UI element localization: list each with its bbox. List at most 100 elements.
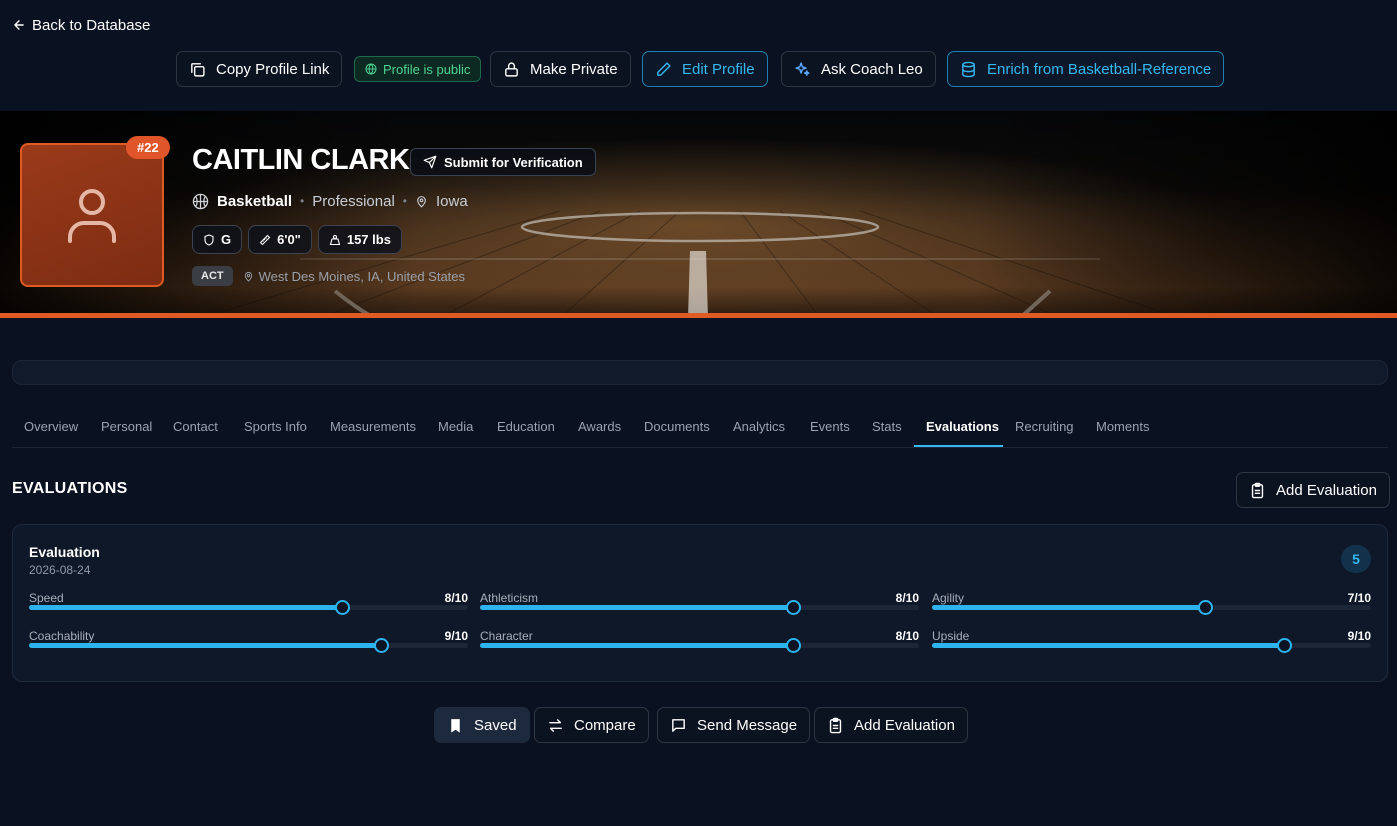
submit-verification-label: Submit for Verification (444, 154, 583, 170)
back-to-database-link[interactable]: Back to Database (12, 14, 150, 36)
tab-recruiting[interactable]: Recruiting (1015, 409, 1074, 447)
profile-completion-bar (12, 360, 1388, 385)
copy-profile-link-button[interactable]: Copy Profile Link (176, 51, 343, 87)
metric-slider-thumb[interactable] (1198, 600, 1214, 615)
send-message-label: Send Message (697, 716, 798, 734)
player-state: Iowa (436, 192, 468, 210)
player-attribute-chips: G 6'0" 157 lbs (192, 225, 402, 254)
metric-slider-thumb[interactable] (334, 600, 350, 615)
metric-slider-track (480, 600, 919, 615)
tab-contact[interactable]: Contact (173, 409, 218, 447)
metric-slider-thumb[interactable] (373, 638, 389, 653)
pencil-icon (657, 61, 671, 76)
metric-value: 8/10 (895, 591, 919, 605)
metric-slider-thumb[interactable] (1276, 638, 1292, 653)
tab-awards[interactable]: Awards (578, 409, 621, 447)
evaluation-card: Evaluation 2026-08-24 5 Speed 8/10 Athle… (12, 524, 1388, 682)
tab-sports-info[interactable]: Sports Info (244, 409, 307, 447)
evaluation-score-badge: 5 (1341, 545, 1371, 573)
bookmark-icon (451, 718, 460, 733)
edit-profile-button[interactable]: Edit Profile (642, 51, 768, 87)
copy-icon (191, 62, 205, 77)
tab-moments[interactable]: Moments (1096, 409, 1149, 447)
evaluations-section-title: EVALUATIONS (12, 480, 128, 497)
tab-measurements[interactable]: Measurements (330, 409, 416, 447)
tab-overview[interactable]: Overview (24, 409, 78, 447)
metric-athleticism: Athleticism 8/10 (480, 591, 919, 619)
ruler-icon (259, 234, 271, 245)
compare-label: Compare (574, 716, 636, 734)
metric-upside: Upside 9/10 (932, 629, 1371, 657)
player-location-line: ACT West Des Moines, IA, United States (192, 266, 465, 286)
clipboard-icon (829, 717, 842, 733)
enrich-basketball-reference-button[interactable]: Enrich from Basketball-Reference (947, 51, 1225, 87)
basketball-icon (192, 193, 209, 209)
clipboard-icon (1251, 482, 1264, 498)
metric-slider-fill (29, 605, 342, 610)
meta-separator: • (402, 194, 407, 208)
metric-value: 7/10 (1347, 591, 1371, 605)
tab-stats[interactable]: Stats (872, 409, 902, 447)
basketball-court-background (0, 111, 1397, 318)
profile-hero-banner (0, 111, 1397, 318)
bottom-action-bar: Saved Compare Send Message Add Evaluatio… (0, 707, 1397, 743)
metric-label: Speed (29, 591, 64, 605)
arrow-left-icon (14, 20, 24, 30)
add-evaluation-header-button[interactable]: Add Evaluation (1236, 472, 1390, 508)
copy-profile-link-label: Copy Profile Link (216, 60, 330, 78)
player-level: Professional (312, 192, 395, 210)
globe-icon (365, 63, 377, 75)
metric-character: Character 8/10 (480, 629, 919, 657)
map-pin-icon (417, 195, 426, 208)
player-meta-line: Basketball • Professional • Iowa (192, 191, 468, 211)
metric-slider-track (29, 600, 468, 615)
lock-icon (505, 61, 518, 77)
metric-slider-fill (29, 643, 381, 648)
height-chip: 6'0" (248, 225, 312, 254)
hometown: West Des Moines, IA, United States (243, 269, 465, 284)
top-bar: Back to Database Copy Profile Link Profi… (0, 0, 1397, 111)
database-icon (962, 61, 975, 77)
jersey-number-badge: #22 (126, 136, 170, 159)
tab-personal[interactable]: Personal (101, 409, 152, 447)
add-evaluation-footer-label: Add Evaluation (854, 716, 955, 734)
saved-button[interactable]: Saved (434, 707, 530, 743)
metric-value: 9/10 (1347, 629, 1371, 643)
metric-slider-fill (480, 605, 793, 610)
metric-slider-track (932, 600, 1371, 615)
metric-label: Athleticism (480, 591, 539, 605)
tab-media[interactable]: Media (438, 409, 473, 447)
submit-verification-button[interactable]: Submit for Verification (410, 148, 596, 176)
profile-public-label: Profile is public (383, 61, 471, 77)
back-link-label: Back to Database (32, 16, 151, 34)
shield-icon (204, 233, 214, 246)
tab-education[interactable]: Education (497, 409, 555, 447)
send-icon (423, 155, 437, 169)
player-avatar (20, 143, 164, 287)
metric-label: Agility (932, 591, 965, 605)
hero-accent-stripe (0, 313, 1397, 318)
tab-events[interactable]: Events (810, 409, 850, 447)
ask-coach-leo-button[interactable]: Ask Coach Leo (781, 51, 936, 87)
edit-profile-label: Edit Profile (682, 60, 755, 78)
metric-slider-fill (932, 643, 1284, 648)
weight-chip: 157 lbs (317, 225, 402, 254)
metric-label: Coachability (29, 629, 95, 643)
metric-slider-thumb[interactable] (785, 600, 801, 615)
weight-value: 157 lbs (346, 232, 391, 247)
make-private-button[interactable]: Make Private (490, 51, 631, 87)
evaluation-title: Evaluation (29, 544, 100, 560)
map-pin-icon (244, 271, 252, 282)
compare-button[interactable]: Compare (534, 707, 649, 743)
tab-documents[interactable]: Documents (644, 409, 710, 447)
metric-value: 8/10 (895, 629, 919, 643)
tab-analytics[interactable]: Analytics (733, 409, 785, 447)
message-icon (672, 718, 685, 732)
metric-slider-thumb[interactable] (785, 638, 801, 653)
tab-evaluations[interactable]: Evaluations (926, 409, 999, 447)
add-evaluation-footer-button[interactable]: Add Evaluation (814, 707, 968, 743)
hometown-text: West Des Moines, IA, United States (258, 268, 466, 284)
send-message-button[interactable]: Send Message (657, 707, 811, 743)
active-tab-indicator (914, 445, 1003, 447)
evaluation-date: 2026-08-24 (29, 563, 91, 577)
